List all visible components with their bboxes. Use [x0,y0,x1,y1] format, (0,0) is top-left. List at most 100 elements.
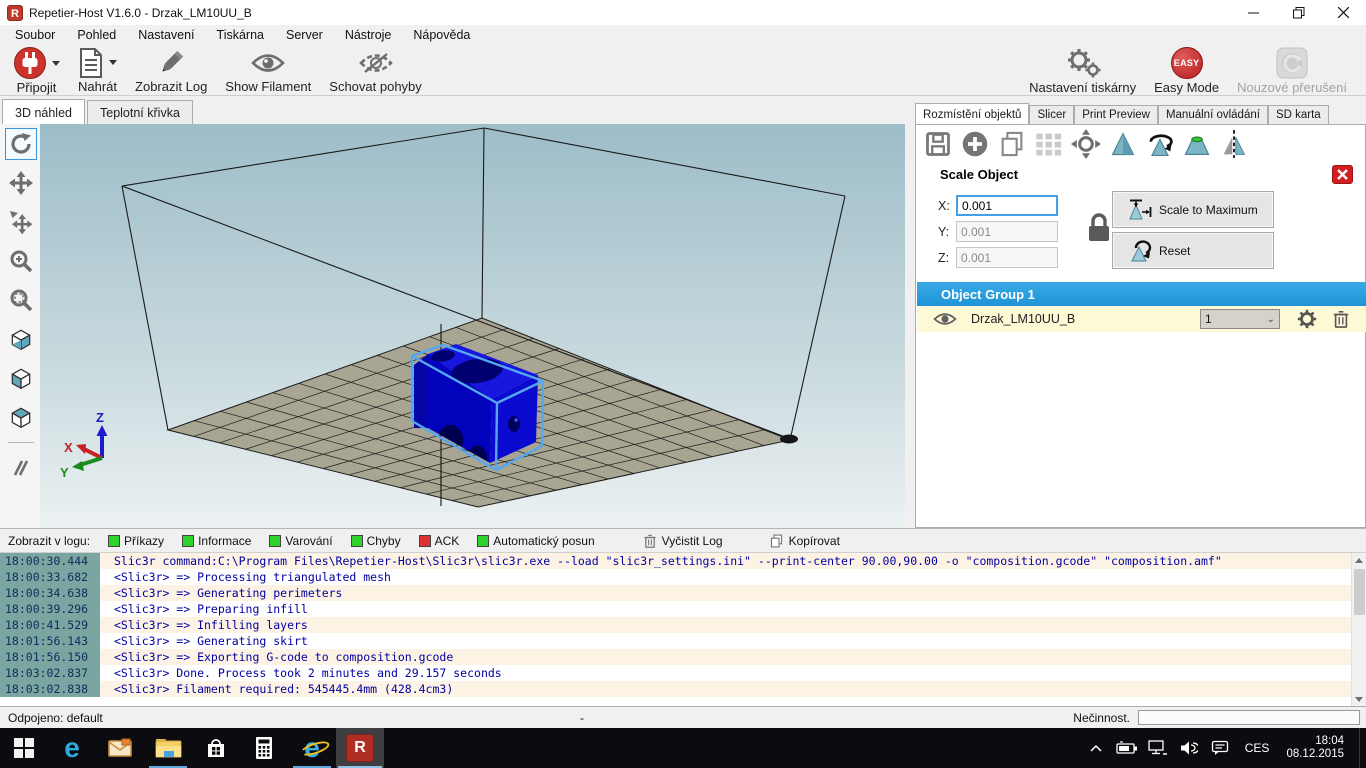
right-tab-1[interactable]: Rozmístění objektů [915,103,1029,124]
minimize-button[interactable] [1231,0,1276,25]
log-message: <Slic3r> Filament required: 545445.4mm (… [100,681,453,697]
add-object-button[interactable] [959,128,991,160]
log-filter-6[interactable]: Automatický posun [477,534,594,548]
scroll-down-arrow[interactable] [1352,692,1366,707]
easy-mode-button[interactable]: EASY Easy Mode [1145,45,1228,95]
scale-object-button[interactable] [1107,128,1139,160]
filter-label: Informace [198,534,251,548]
copies-select[interactable]: 1 ⌄ [1200,309,1280,329]
show-desktop-button[interactable] [1359,728,1364,768]
right-tab-5[interactable]: SD karta [1268,105,1329,124]
clear-log-button[interactable]: Vyčistit Log [643,533,723,549]
filter-checkbox[interactable] [269,535,281,547]
filter-checkbox[interactable] [351,535,363,547]
connect-dropdown-caret[interactable] [52,61,60,66]
rotate-object-button[interactable] [1144,128,1176,160]
tray-network-icon[interactable] [1146,736,1170,760]
move-object-tool[interactable] [5,206,37,238]
front-view-tool[interactable] [5,362,37,394]
tray-volume-icon[interactable] [1177,736,1201,760]
object-list-row[interactable]: Drzak_LM10UU_B 1 ⌄ [917,306,1366,332]
mirror-object-button[interactable] [1218,128,1250,160]
log-filter-3[interactable]: Varování [269,534,332,548]
menu-item-4[interactable]: Tiskárna [206,25,275,45]
taskbar-edge[interactable]: e [48,728,96,768]
zoom-tool[interactable] [5,245,37,277]
tray-language[interactable]: CES [1239,741,1276,755]
taskbar-mail[interactable] [96,728,144,768]
connect-button[interactable]: Připojit [4,45,69,95]
log-filter-1[interactable]: Příkazy [108,534,164,548]
right-tab-3[interactable]: Print Preview [1074,105,1158,124]
log-output[interactable]: 18:00:30.444Slic3r command:C:\Program Fi… [0,553,1351,707]
move-view-tool[interactable] [5,167,37,199]
scroll-up-arrow[interactable] [1352,553,1366,568]
rotate-view-tool[interactable] [5,128,37,160]
viewport-3d[interactable]: Z X Y [0,124,905,528]
hide-moves-button[interactable]: Schovat pohyby [320,45,431,95]
taskbar-internet-explorer[interactable]: e [288,728,336,768]
delete-object-trash-icon[interactable] [1332,309,1350,329]
lay-flat-button[interactable] [1181,128,1213,160]
object-settings-gear-icon[interactable] [1296,308,1318,330]
tray-time: 18:04 [1286,735,1344,748]
object-group-header[interactable]: Object Group 1 [917,282,1366,306]
scale-to-maximum-button[interactable]: Scale to Maximum [1112,191,1274,228]
view-tools [2,128,40,491]
right-tab-4[interactable]: Manuální ovládání [1158,105,1268,124]
menu-item-2[interactable]: Pohled [66,25,127,45]
copy-object-button[interactable] [996,128,1028,160]
status-center-text: - [580,711,584,725]
lock-aspect-button[interactable] [1084,211,1114,248]
filter-checkbox[interactable] [108,535,120,547]
load-button[interactable]: Nahrát [69,45,126,95]
show-filament-button[interactable]: Show Filament [216,45,320,95]
tray-clock[interactable]: 18:04 08.12.2015 [1282,735,1352,761]
taskbar-store[interactable] [192,728,240,768]
filter-checkbox[interactable] [419,535,431,547]
tray-chevron-up-icon[interactable] [1084,736,1108,760]
fit-view-tool[interactable] [5,284,37,316]
start-button[interactable] [0,728,48,768]
menu-item-1[interactable]: Soubor [4,25,66,45]
lay-flat-icon [1182,130,1212,158]
menu-item-3[interactable]: Nastavení [127,25,205,45]
iso-view-tool[interactable] [5,323,37,355]
menu-item-6[interactable]: Nástroje [334,25,403,45]
tray-battery-icon[interactable] [1115,736,1139,760]
menu-item-7[interactable]: Nápověda [402,25,481,45]
tab-3d-preview[interactable]: 3D náhled [2,99,85,124]
hide-moves-label: Schovat pohyby [329,79,422,94]
scroll-thumb[interactable] [1354,569,1365,615]
window-title: Repetier-Host V1.6.0 - Drzak_LM10UU_B [29,6,252,20]
log-filter-4[interactable]: Chyby [351,534,401,548]
reset-scale-button[interactable]: Reset [1112,232,1274,269]
save-button[interactable] [922,128,954,160]
top-view-tool[interactable] [5,401,37,433]
copy-log-button[interactable]: Kopírovat [769,533,840,549]
taskbar-repetier-host[interactable]: R [336,728,384,768]
close-button[interactable] [1321,0,1366,25]
log-filter-2[interactable]: Informace [182,534,251,548]
taskbar-file-explorer[interactable] [144,728,192,768]
show-log-button[interactable]: Zobrazit Log [126,45,216,95]
log-scrollbar[interactable] [1351,553,1366,707]
tab-temperature-curve[interactable]: Teplotní křivka [87,100,193,124]
calculator-icon [254,736,274,760]
restore-button[interactable] [1276,0,1321,25]
filter-checkbox[interactable] [182,535,194,547]
menu-item-5[interactable]: Server [275,25,334,45]
log-filter-5[interactable]: ACK [419,534,460,548]
center-object-button[interactable] [1070,128,1102,160]
load-dropdown-caret[interactable] [109,60,117,65]
scale-panel-close-button[interactable] [1332,165,1353,184]
parallel-projection-tool[interactable] [5,452,37,484]
taskbar-calculator[interactable] [240,728,288,768]
tray-notifications-icon[interactable] [1208,736,1232,760]
printer-settings-button[interactable]: Nastavení tiskárny [1020,45,1145,95]
filter-checkbox[interactable] [477,535,489,547]
visibility-eye-icon[interactable] [933,311,957,327]
right-tab-2[interactable]: Slicer [1029,105,1074,124]
panel-splitter[interactable] [905,96,915,528]
scale-x-input[interactable] [956,195,1058,216]
